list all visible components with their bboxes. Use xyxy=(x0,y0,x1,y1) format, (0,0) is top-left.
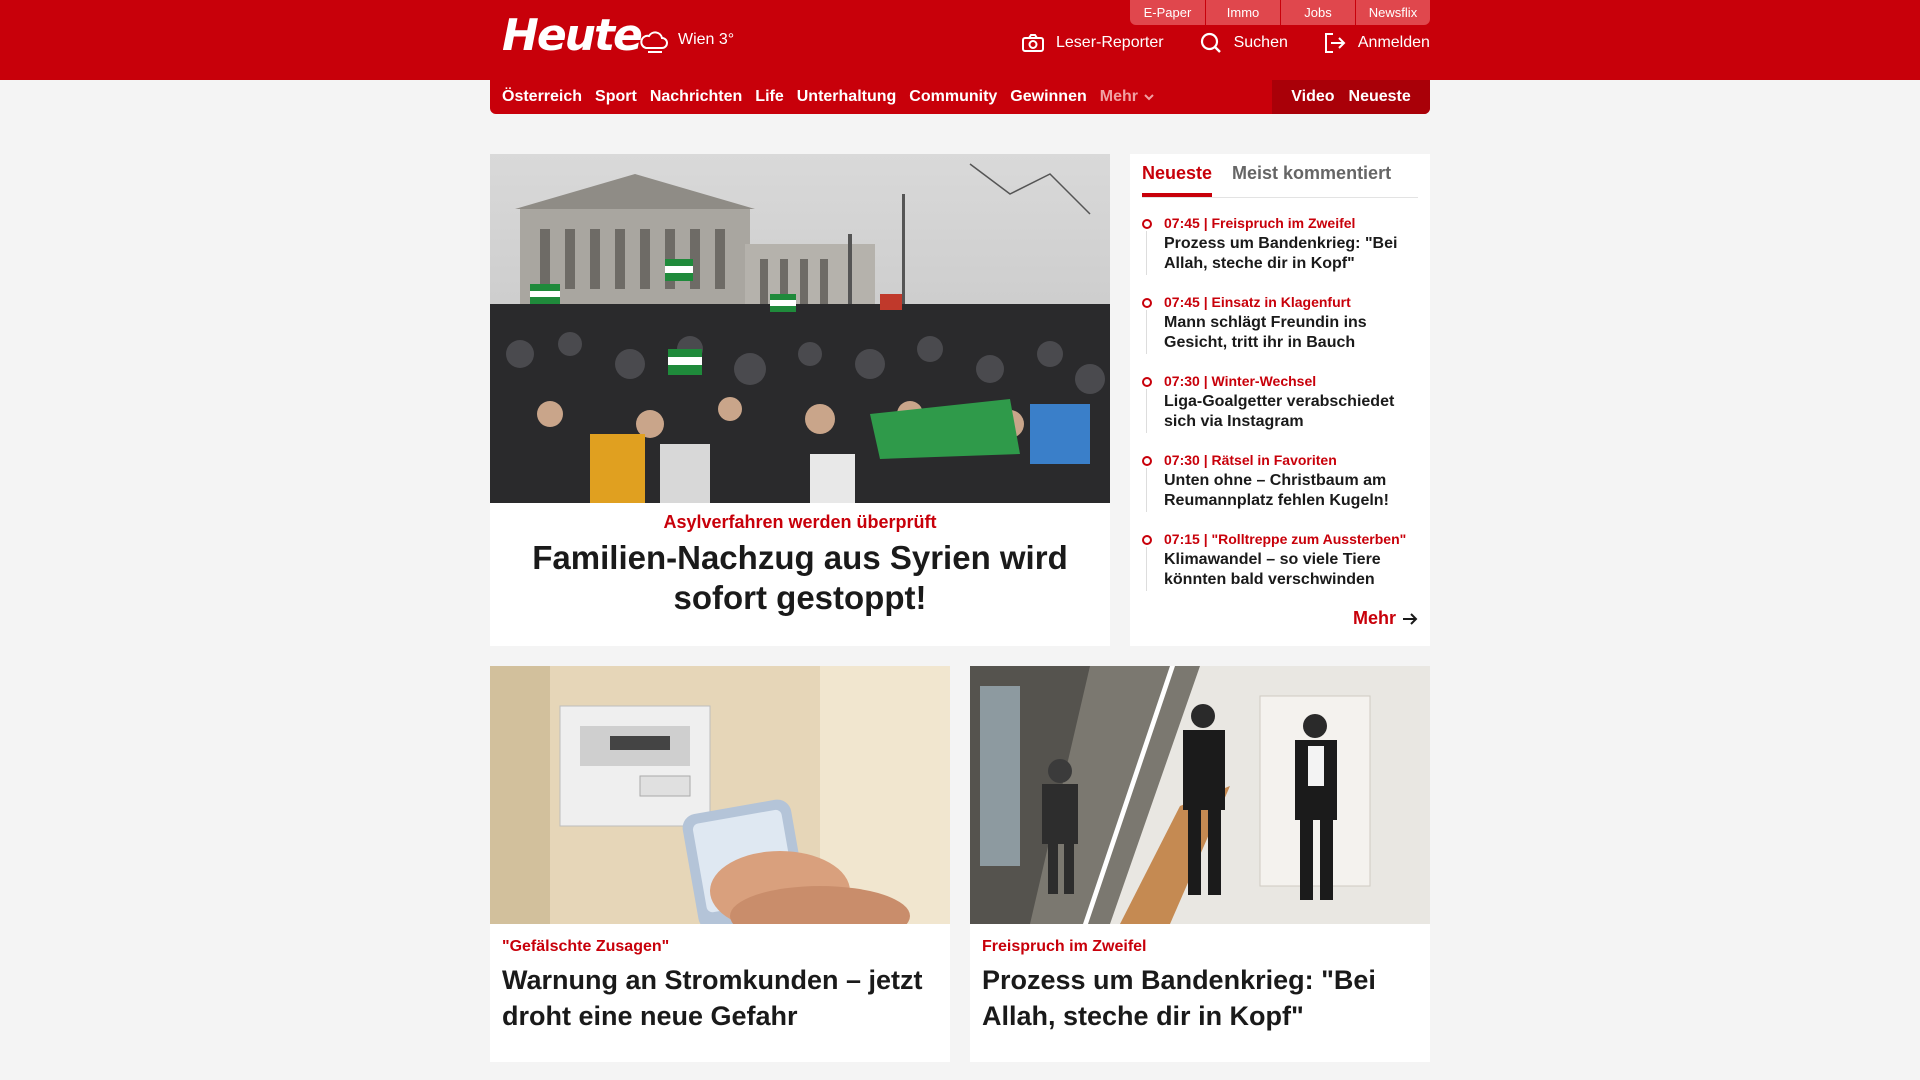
nav-item-oesterreich[interactable]: Österreich xyxy=(502,88,582,106)
feed-item-meta: 07:30 | Rätsel in Favoriten xyxy=(1164,452,1337,468)
login-icon xyxy=(1324,33,1346,53)
main-navigation: Österreich Sport Nachrichten Life Unterh… xyxy=(490,80,1430,114)
feed-item-title[interactable]: Liga-Goalgetter verabschiedet sich via I… xyxy=(1164,392,1426,432)
article-card[interactable]: Freispruch im Zweifel Prozess um Bandenk… xyxy=(970,666,1430,1062)
weather-label: Wien 3° xyxy=(678,31,735,48)
feed-more-label: Mehr xyxy=(1352,608,1396,628)
feed-list: 07:45 | Freispruch im Zweifel Prozess um… xyxy=(1142,214,1426,609)
nav-item-unterhaltung[interactable]: Unterhaltung xyxy=(797,88,897,106)
cloud-icon xyxy=(640,31,668,53)
service-tabs: E-Paper Immo Jobs Newsflix xyxy=(1130,0,1430,25)
chevron-down-icon xyxy=(1144,94,1154,101)
camera-icon xyxy=(1022,34,1044,52)
nav-item-video[interactable]: Video xyxy=(1291,88,1334,106)
hero-kicker: Asylverfahren werden überprüft xyxy=(663,512,937,532)
feed-item-meta: 07:30 | Winter-Wechsel xyxy=(1164,373,1317,389)
feed-tabs: Neueste Meist kommentiert xyxy=(1142,154,1418,198)
service-tab-newsflix[interactable]: Newsflix xyxy=(1355,0,1430,25)
feed-item[interactable]: 07:30 | Rätsel in Favoriten Unten ohne –… xyxy=(1142,451,1426,530)
timeline-dot-icon xyxy=(1142,456,1152,466)
timeline-dot-icon xyxy=(1142,535,1152,545)
article-card[interactable]: "Gefälschte Zusagen" Warnung an Stromkun… xyxy=(490,666,950,1062)
feed-item[interactable]: 07:15 | "Rolltreppe zum Aussterben" Klim… xyxy=(1142,530,1426,609)
feed-item[interactable]: 07:30 | Winter-Wechsel Liga-Goalgetter v… xyxy=(1142,372,1426,451)
feed-item[interactable]: 07:45 | Freispruch im Zweifel Prozess um… xyxy=(1142,214,1426,293)
heute-logo[interactable]: Heute xyxy=(502,10,643,61)
nav-item-neueste[interactable]: Neueste xyxy=(1349,88,1411,106)
feed-item-title[interactable]: Unten ohne – Christbaum am Reumannplatz … xyxy=(1164,471,1426,511)
tab-meist-kommentiert[interactable]: Meist kommentiert xyxy=(1232,154,1391,197)
feed-more-link[interactable]: Mehr xyxy=(1353,608,1418,629)
leser-reporter-button[interactable]: Leser-Reporter xyxy=(1022,34,1164,52)
article-card-title[interactable]: Warnung an Stromkunden – jetzt droht ein… xyxy=(502,962,938,1034)
timeline-line xyxy=(1146,547,1147,591)
tab-neueste[interactable]: Neueste xyxy=(1142,154,1213,197)
header-actions: Leser-Reporter Suchen Anmelden xyxy=(1022,32,1430,54)
feed-item-meta: 07:45 | Einsatz in Klagenfurt xyxy=(1164,294,1351,310)
service-tab-epaper[interactable]: E-Paper xyxy=(1130,0,1205,25)
nav-item-sport[interactable]: Sport xyxy=(595,88,637,106)
service-tab-immo[interactable]: Immo xyxy=(1205,0,1280,25)
nav-more-label: Mehr xyxy=(1099,88,1138,105)
arrow-right-icon xyxy=(1403,612,1418,625)
nav-item-nachrichten[interactable]: Nachrichten xyxy=(650,88,742,106)
article-card-image xyxy=(490,666,950,924)
login-button[interactable]: Anmelden xyxy=(1324,33,1430,53)
timeline-line xyxy=(1146,231,1147,275)
timeline-dot-icon xyxy=(1142,219,1152,229)
hero-image xyxy=(490,154,1110,503)
search-icon xyxy=(1200,32,1221,53)
feed-item-title[interactable]: Prozess um Bandenkrieg: "Bei Allah, stec… xyxy=(1164,234,1426,274)
timeline-line xyxy=(1146,310,1147,354)
hero-headline[interactable]: Familien-Nachzug aus Syrien wird sofort … xyxy=(530,538,1070,618)
timeline-dot-icon xyxy=(1142,377,1152,387)
feed-item-meta: 07:15 | "Rolltreppe zum Aussterben" xyxy=(1164,531,1407,547)
feed-item-meta: 07:45 | Freispruch im Zweifel xyxy=(1164,215,1356,231)
nav-item-life[interactable]: Life xyxy=(755,88,783,106)
article-card-title[interactable]: Prozess um Bandenkrieg: "Bei Allah, stec… xyxy=(982,962,1418,1034)
feed-item[interactable]: 07:45 | Einsatz in Klagenfurt Mann schlä… xyxy=(1142,293,1426,372)
timeline-dot-icon xyxy=(1142,298,1152,308)
feed-item-title[interactable]: Mann schlägt Freundin ins Gesicht, tritt… xyxy=(1164,313,1426,353)
search-label: Suchen xyxy=(1233,34,1288,51)
search-button[interactable]: Suchen xyxy=(1200,32,1288,54)
article-card-kicker: "Gefälschte Zusagen" xyxy=(502,938,670,955)
timeline-line xyxy=(1146,468,1147,512)
leser-reporter-label: Leser-Reporter xyxy=(1056,34,1164,51)
top-header: Heute Wien 3° E-Paper Immo Jobs Newsflix… xyxy=(0,0,1920,80)
article-card-kicker: Freispruch im Zweifel xyxy=(982,938,1147,955)
news-feed-sidebar: Neueste Meist kommentiert 07:45 | Freisp… xyxy=(1130,154,1430,646)
timeline-line xyxy=(1146,389,1147,433)
login-label: Anmelden xyxy=(1357,34,1430,51)
article-card-image xyxy=(970,666,1430,924)
hero-article[interactable]: Asylverfahren werden überprüft Familien-… xyxy=(490,154,1110,646)
service-tab-jobs[interactable]: Jobs xyxy=(1280,0,1355,25)
weather-widget[interactable]: Wien 3° xyxy=(638,26,734,54)
nav-item-gewinnen[interactable]: Gewinnen xyxy=(1010,88,1086,106)
nav-item-community[interactable]: Community xyxy=(909,88,997,106)
nav-more-dropdown[interactable]: Mehr xyxy=(1100,88,1156,106)
feed-item-title[interactable]: Klimawandel – so viele Tiere könnten bal… xyxy=(1164,550,1426,590)
nav-right-group: Video Neueste xyxy=(1272,80,1430,114)
